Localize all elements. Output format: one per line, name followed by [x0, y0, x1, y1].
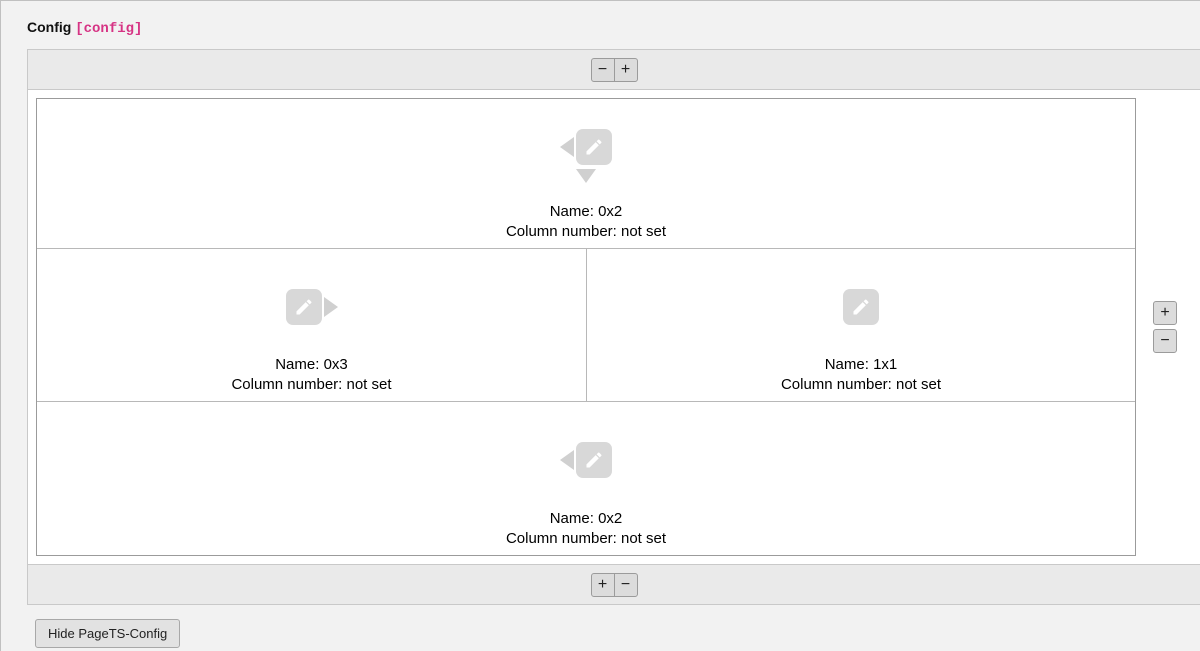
cell-col: Column number: not set [37, 222, 1135, 242]
cell-col: Column number: not set [587, 375, 1135, 395]
move-down-icon[interactable] [576, 169, 596, 183]
add-row-button[interactable]: + [614, 58, 638, 82]
cell-caption: Name: 0x2 Column number: not set [37, 202, 1135, 243]
content-region: Config [config] − + [17, 1, 1200, 648]
config-panel: − + [27, 49, 1200, 605]
top-toolbar: − + [28, 50, 1200, 90]
edit-cell-button[interactable] [286, 289, 322, 325]
section-title: Config [27, 19, 71, 35]
pencil-icon [851, 297, 871, 317]
cell-name: Name: 1x1 [587, 355, 1135, 375]
cell-caption: Name: 1x1 Column number: not set [587, 355, 1135, 396]
pencil-icon [294, 297, 314, 317]
section-header: Config [config] [27, 19, 1200, 37]
cell-1x1[interactable]: Name: 1x1 Column number: not set [587, 249, 1135, 401]
edit-cell-button[interactable] [576, 442, 612, 478]
cell-name: Name: 0x2 [37, 202, 1135, 222]
bottom-toolbar: + − [28, 564, 1200, 604]
cell-icons [286, 289, 338, 325]
cell-0x2-top[interactable]: Name: 0x2 Column number: not set [37, 99, 1135, 249]
hide-pagets-config-button[interactable]: Hide PageTS-Config [35, 619, 180, 648]
cell-col: Column number: not set [37, 375, 586, 395]
move-left-icon[interactable] [560, 137, 574, 157]
remove-column-button[interactable]: − [1153, 329, 1177, 353]
section-code: [config] [75, 21, 142, 37]
edit-cell-button[interactable] [843, 289, 879, 325]
side-toolbar: + − [1136, 90, 1194, 564]
pencil-icon [584, 137, 604, 157]
cell-col: Column number: not set [37, 529, 1135, 549]
cell-0x2-bottom[interactable]: Name: 0x2 Column number: not set [37, 402, 1135, 555]
edit-cell-button[interactable] [576, 129, 612, 165]
move-left-icon[interactable] [560, 450, 574, 470]
cell-name: Name: 0x3 [37, 355, 586, 375]
row-split: Name: 0x3 Column number: not set [37, 249, 1135, 402]
add-column-button[interactable]: + [1153, 301, 1177, 325]
grid-wrap: Name: 0x2 Column number: not set [28, 90, 1200, 564]
pencil-icon [584, 450, 604, 470]
cell-caption: Name: 0x2 Column number: not set [37, 509, 1135, 550]
add-row-bottom-button[interactable]: + [591, 573, 615, 597]
cell-0x3[interactable]: Name: 0x3 Column number: not set [37, 249, 587, 401]
cell-caption: Name: 0x3 Column number: not set [37, 355, 586, 396]
cell-name: Name: 0x2 [37, 509, 1135, 529]
cell-icons [560, 442, 612, 478]
grid-left-pad [28, 90, 36, 564]
cell-icons [843, 289, 879, 325]
remove-row-button[interactable]: − [591, 58, 615, 82]
page: Config [config] − + [0, 0, 1200, 651]
cell-icons [560, 129, 612, 183]
remove-row-bottom-button[interactable]: − [614, 573, 638, 597]
grid-area: Name: 0x2 Column number: not set [36, 98, 1136, 556]
move-right-icon[interactable] [324, 297, 338, 317]
